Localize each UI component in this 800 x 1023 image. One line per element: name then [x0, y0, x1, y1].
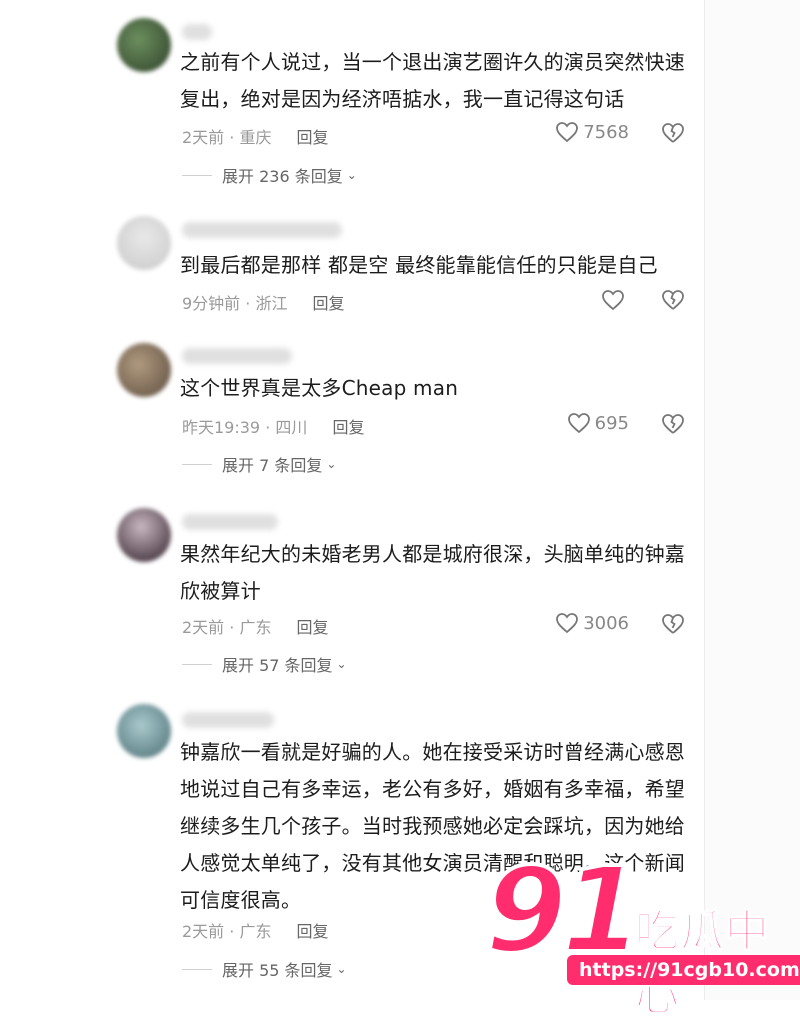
username-blurred[interactable] — [182, 24, 212, 40]
comment-text: 之前有个人说过，当一个退出演艺圈许久的演员突然快速复出，绝对是因为经济唔掂水，我… — [180, 50, 685, 111]
site-watermark: 91 吃瓜中心 https://91cgb10.com — [483, 849, 800, 1022]
watermark-url: https://91cgb10.com — [567, 955, 800, 985]
comment-meta: 2天前 · 重庆 回复 — [182, 124, 329, 148]
expand-label: 展开 236 条回复 — [222, 167, 343, 186]
reply-button[interactable]: 回复 — [313, 294, 345, 313]
reply-button[interactable]: 回复 — [297, 128, 329, 147]
heart-outline-icon — [555, 121, 579, 143]
watermark-logo-number: 91 — [483, 841, 645, 979]
comment-meta: 2天前 · 广东 回复 — [182, 614, 329, 638]
divider — [182, 968, 212, 970]
avatar[interactable] — [117, 343, 171, 397]
heart-outline-icon — [601, 289, 625, 311]
username-blurred[interactable] — [182, 712, 274, 728]
expand-label: 展开 7 条回复 — [222, 456, 323, 475]
reply-button[interactable]: 回复 — [332, 418, 364, 437]
broken-heart-icon — [661, 413, 685, 435]
chevron-down-icon: ⌄ — [336, 962, 347, 976]
right-edge-panel — [704, 0, 800, 1000]
like-count: 7568 — [583, 121, 629, 143]
dislike-button[interactable] — [661, 613, 685, 635]
expand-replies-button[interactable]: 展开 55 条回复 ⌄ — [182, 957, 347, 981]
like-count: 3006 — [583, 612, 629, 634]
comment-meta: 2天前 · 广东 回复 — [182, 918, 329, 942]
broken-heart-icon — [661, 613, 685, 635]
avatar[interactable] — [117, 18, 171, 72]
username-blurred[interactable] — [182, 222, 342, 238]
divider — [182, 174, 212, 176]
chevron-down-icon: ⌄ — [326, 457, 337, 471]
dislike-button[interactable] — [661, 122, 685, 144]
comment-text: 这个世界真是太多Cheap man — [180, 376, 459, 400]
heart-outline-icon — [567, 412, 591, 434]
chevron-down-icon: ⌄ — [346, 168, 357, 182]
dislike-button[interactable] — [661, 289, 685, 311]
divider — [182, 463, 212, 465]
time-location: 2天前 · 重庆 — [182, 128, 272, 147]
comment-text: 果然年纪大的未婚老男人都是城府很深，头脑单纯的钟嘉欣被算计 — [180, 542, 685, 603]
reply-button[interactable]: 回复 — [297, 922, 329, 941]
expand-replies-button[interactable]: 展开 7 条回复 ⌄ — [182, 452, 336, 476]
comment-meta: 9分钟前 · 浙江 回复 — [182, 290, 345, 314]
expand-replies-button[interactable]: 展开 236 条回复 ⌄ — [182, 163, 357, 187]
avatar[interactable] — [117, 216, 171, 270]
like-button[interactable]: 7568 — [555, 121, 629, 143]
divider — [182, 663, 212, 665]
username-blurred[interactable] — [182, 348, 292, 364]
expand-replies-button[interactable]: 展开 57 条回复 ⌄ — [182, 652, 347, 676]
comment-text: 到最后都是那样 都是空 最终能靠能信任的只能是自己 — [180, 253, 658, 277]
broken-heart-icon — [661, 289, 685, 311]
dislike-button[interactable] — [661, 413, 685, 435]
avatar[interactable] — [117, 704, 171, 758]
reply-button[interactable]: 回复 — [297, 618, 329, 637]
time-location: 2天前 · 广东 — [182, 922, 272, 941]
broken-heart-icon — [661, 122, 685, 144]
time-location: 9分钟前 · 浙江 — [182, 294, 288, 313]
comment-meta: 昨天19:39 · 四川 回复 — [182, 414, 364, 438]
expand-label: 展开 55 条回复 — [222, 961, 333, 980]
like-button[interactable] — [601, 289, 629, 311]
time-location: 2天前 · 广东 — [182, 618, 272, 637]
username-blurred[interactable] — [182, 514, 278, 530]
expand-label: 展开 57 条回复 — [222, 656, 333, 675]
avatar[interactable] — [117, 508, 171, 562]
chevron-down-icon: ⌄ — [336, 657, 347, 671]
time-location: 昨天19:39 · 四川 — [182, 418, 308, 437]
heart-outline-icon — [555, 612, 579, 634]
like-button[interactable]: 3006 — [555, 612, 629, 634]
like-button[interactable]: 695 — [567, 412, 629, 434]
like-count: 695 — [594, 412, 629, 434]
